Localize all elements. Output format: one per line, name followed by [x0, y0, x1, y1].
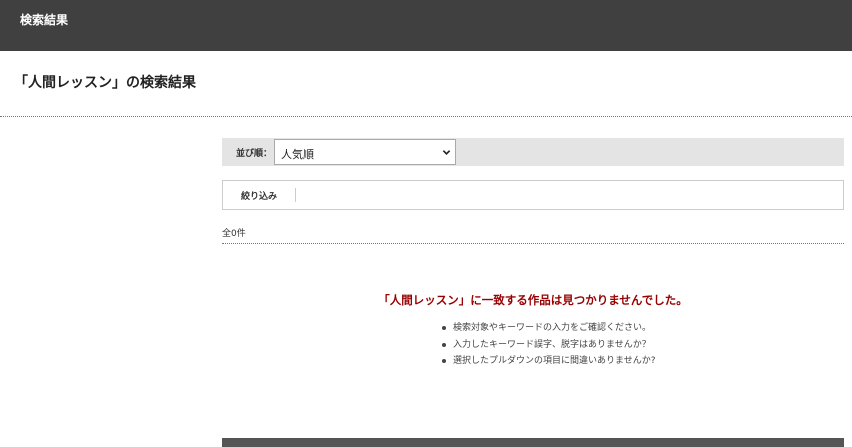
result-count: 全0件 — [222, 229, 246, 239]
sort-bar: 並び順： 人気順 — [222, 138, 844, 166]
list-item: 検索対象やキーワードの入力をご確認ください。 — [440, 322, 656, 334]
bottom-bar — [222, 438, 844, 447]
chevron-down-icon — [442, 150, 451, 155]
count-divider — [222, 243, 844, 244]
sort-label: 並び順： — [236, 149, 273, 159]
list-item: 入力したキーワード誤字、脱字はありませんか？ — [440, 339, 656, 351]
filter-toggle[interactable]: 絞り込み — [241, 189, 277, 202]
sort-select[interactable]: 人気順 — [274, 139, 456, 165]
heading-divider — [0, 116, 852, 117]
no-result-message: 「人間レッスン」に一致する作品は見つかりませんでした。 — [378, 293, 688, 307]
top-bar: 検索結果 — [0, 0, 852, 51]
filter-bar: 絞り込み — [222, 180, 844, 210]
sort-select-value: 人気順 — [281, 148, 314, 161]
list-item: 選択したプルダウンの項目に間違いありませんか? — [440, 355, 656, 367]
top-bar-title: 検索結果 — [20, 13, 69, 27]
page-title: 「人間レッスン」の検索結果 — [14, 75, 196, 91]
tips-list: 検索対象やキーワードの入力をご確認ください。 入力したキーワード誤字、脱字はあり… — [440, 322, 656, 372]
filter-separator — [295, 188, 296, 202]
